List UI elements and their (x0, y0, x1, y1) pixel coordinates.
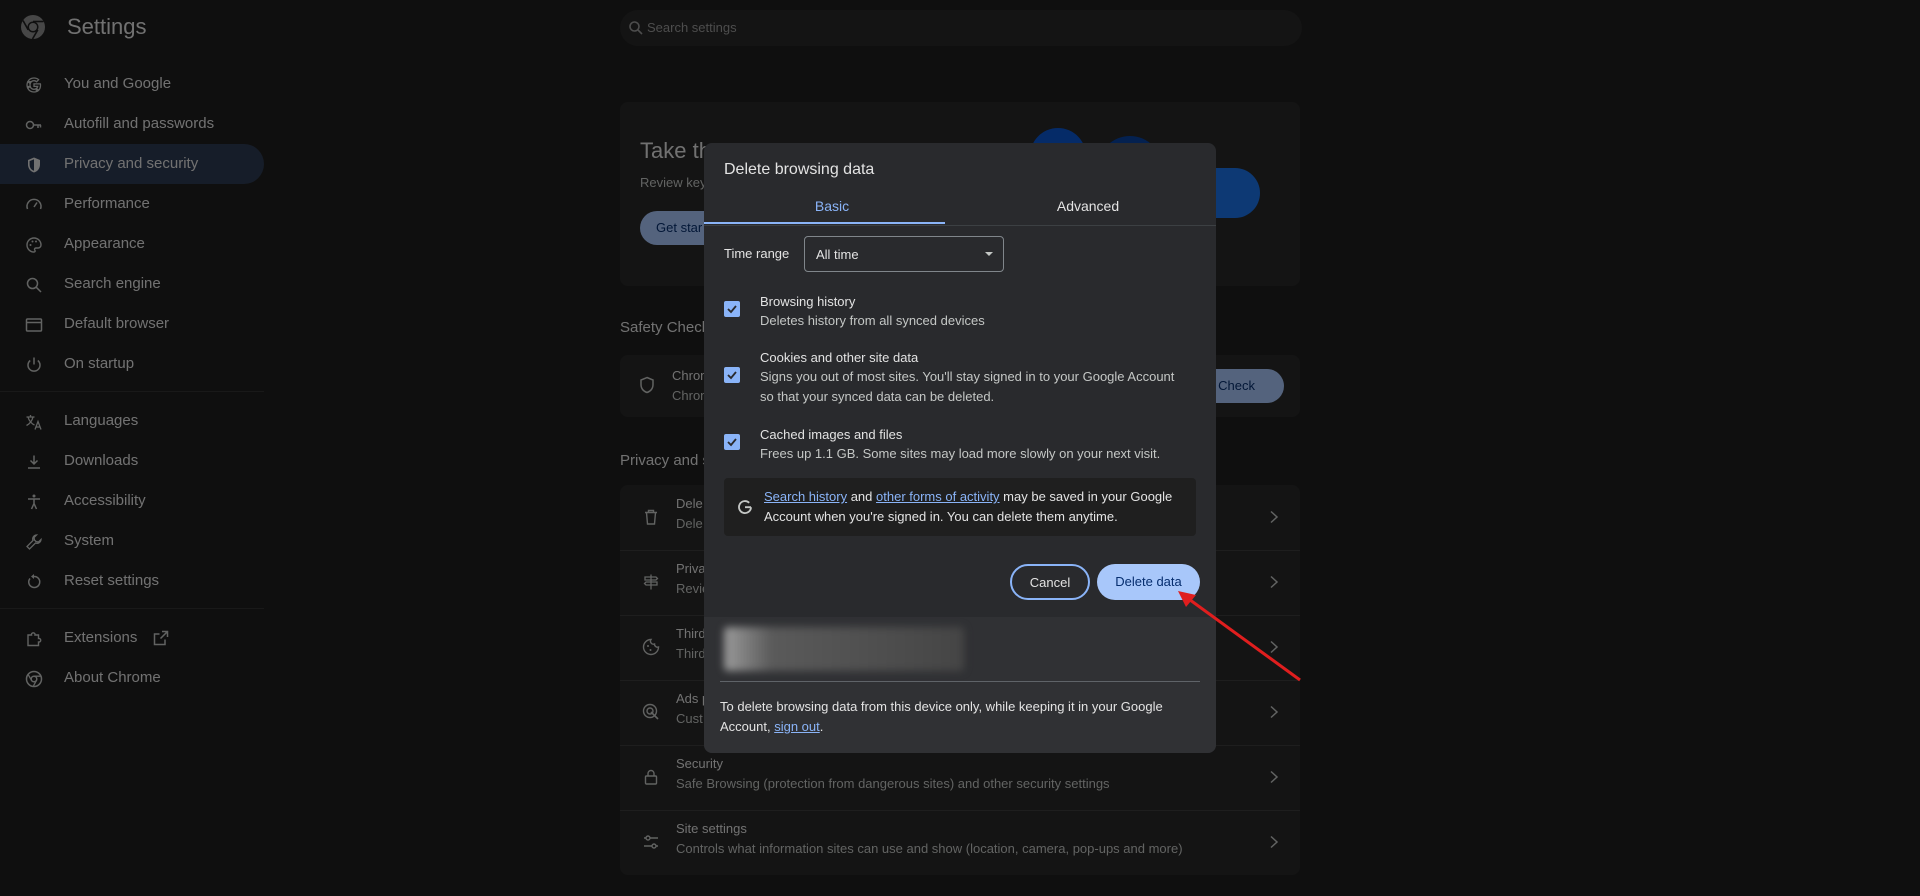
tab-basic[interactable]: Basic (704, 185, 960, 225)
tab-advanced[interactable]: Advanced (960, 185, 1216, 225)
checkmark-icon (727, 438, 737, 447)
cancel-button[interactable]: Cancel (1010, 564, 1090, 600)
cached-images-checkbox[interactable] (724, 434, 740, 450)
cookies-checkbox[interactable] (724, 367, 740, 383)
sign-out-note-end: . (819, 719, 824, 734)
other-activity-link[interactable]: other forms of activity (876, 489, 1000, 504)
google-activity-notice: Search history and other forms of activi… (724, 478, 1196, 536)
browsing-history-checkbox[interactable] (724, 301, 740, 317)
delete-browsing-data-dialog: Delete browsing data Basic Advanced Time… (704, 143, 1216, 753)
option-description: Signs you out of most sites. You'll stay… (760, 369, 1175, 404)
checkmark-icon (727, 371, 737, 380)
option-title: Browsing history (760, 294, 856, 309)
account-avatar-redacted (724, 627, 964, 671)
option-title: Cached images and files (760, 427, 903, 442)
option-title: Cookies and other site data (760, 350, 919, 365)
option-description: Frees up 1.1 GB. Some sites may load mor… (760, 446, 1161, 461)
notice-connector: and (847, 489, 877, 504)
sign-out-link[interactable]: sign out (774, 719, 820, 734)
tab-indicator (704, 222, 945, 224)
dialog-title: Delete browsing data (724, 161, 875, 178)
dropdown-caret-icon (985, 252, 993, 256)
checkmark-icon (727, 305, 737, 314)
sign-out-note: To delete browsing data from this device… (720, 697, 1200, 737)
time-range-label: Time range (724, 246, 790, 261)
option-description: Deletes history from all synced devices (760, 313, 985, 328)
time-range-value: All time (816, 247, 859, 262)
search-history-link[interactable]: Search history (764, 489, 847, 504)
google-g-icon (738, 500, 752, 514)
google-notice-text: Search history and other forms of activi… (764, 487, 1194, 527)
annotation-arrow-icon (1178, 591, 1301, 682)
account-section: To delete browsing data from this device… (704, 617, 1216, 753)
tab-divider (704, 225, 1216, 226)
account-divider (720, 681, 1200, 682)
time-range-select[interactable]: All time (804, 236, 1004, 272)
